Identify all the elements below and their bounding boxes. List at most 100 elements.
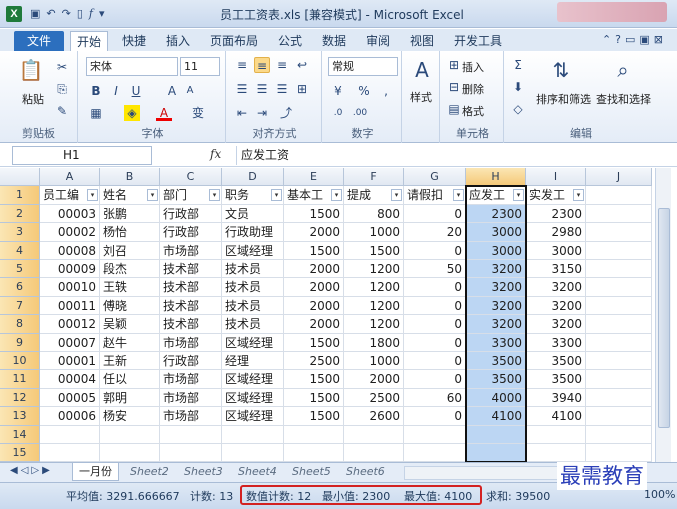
grid-cell[interactable]: 3200 (526, 315, 586, 334)
tab-file[interactable]: 文件 (14, 31, 64, 51)
grid-cell[interactable]: 2000 (344, 370, 404, 389)
row-header[interactable]: 10 (0, 352, 40, 371)
grid-cell[interactable] (586, 444, 652, 462)
grid-cell[interactable]: 王轶 (100, 278, 160, 297)
row-header[interactable]: 7 (0, 296, 40, 316)
font-size-select[interactable]: 11 (180, 57, 220, 76)
sort-filter-button[interactable]: 排序和筛选 (536, 91, 591, 107)
grid-cell[interactable]: 行政部 (160, 352, 222, 371)
grid-cell[interactable]: 1000 (344, 352, 404, 371)
grid-cell[interactable]: 技术员 (222, 296, 284, 316)
format-cells-icon[interactable]: ▤ (446, 101, 462, 117)
grid-cell[interactable]: 技术部 (160, 278, 222, 297)
grid-cell[interactable]: 1500 (284, 204, 344, 224)
grid-cell[interactable]: 提成 ▾ (344, 186, 404, 205)
window-controls[interactable] (557, 2, 667, 22)
grid-cell[interactable]: 2000 (284, 296, 344, 316)
grid-cell[interactable]: 00010 (40, 278, 100, 297)
grid-cell[interactable] (586, 296, 652, 316)
find-select-button[interactable]: 查找和选择 (596, 91, 651, 107)
redo-icon[interactable]: ↷ (62, 6, 71, 22)
row-header[interactable]: 11 (0, 370, 40, 389)
percent-button[interactable]: % (356, 83, 372, 99)
grid-cell[interactable]: 00005 (40, 388, 100, 408)
shrink-font-icon[interactable]: A (182, 83, 198, 99)
fill-icon[interactable]: ⬇ (510, 79, 526, 95)
filter-dropdown-icon[interactable]: ▾ (331, 189, 342, 202)
grid-cell[interactable]: 市场部 (160, 333, 222, 352)
filter-dropdown-icon[interactable]: ▾ (209, 189, 220, 202)
grid-cell[interactable]: 00007 (40, 333, 100, 352)
grid-cell[interactable]: 0 (404, 370, 466, 389)
grid-cell[interactable] (466, 425, 526, 444)
align-bottom-icon[interactable]: ≡ (274, 57, 290, 73)
column-header-d[interactable]: D (222, 168, 284, 187)
grid-cell[interactable]: 职务 ▾ (222, 186, 284, 205)
grid-cell[interactable]: 技术员 (222, 278, 284, 297)
sheet-tab-4[interactable]: Sheet4 (238, 463, 277, 481)
column-header-e[interactable]: E (284, 168, 344, 187)
grid-cell[interactable]: 3200 (526, 278, 586, 297)
underline-button[interactable]: U (128, 83, 144, 99)
tab-review[interactable]: 审阅 (366, 31, 390, 51)
wrap-text-icon[interactable]: ↩ (294, 57, 310, 73)
grid-cell[interactable]: 1500 (284, 241, 344, 260)
fx-icon[interactable]: f (89, 6, 93, 22)
column-header-i[interactable]: I (526, 168, 586, 187)
worksheet-grid[interactable]: A B C D E F G H I J 1 员工编 ▾ 姓名 ▾ 部门 ▾ 职务 ▾ 基本工 ▾ 提成 ▾ 请假扣 ▾ 应发工 ▾ 实… (0, 168, 655, 462)
grid-cell[interactable]: 刘召 (100, 241, 160, 260)
row-header[interactable]: 3 (0, 223, 40, 242)
grid-cell[interactable]: 行政部 (160, 204, 222, 224)
grid-cell[interactable]: 技术部 (160, 315, 222, 334)
grid-cell[interactable] (160, 444, 222, 462)
new-icon[interactable]: ▯ (77, 6, 83, 22)
grid-cell[interactable]: 市场部 (160, 388, 222, 408)
grid-cell[interactable]: 3000 (526, 241, 586, 260)
save-icon[interactable]: ▣ (30, 6, 40, 22)
filter-dropdown-icon[interactable]: ▾ (573, 189, 584, 202)
grid-cell[interactable]: 00001 (40, 352, 100, 371)
grid-cell[interactable]: 1000 (344, 223, 404, 242)
grid-cell[interactable]: 3500 (466, 370, 526, 389)
grid-cell[interactable]: 经理 (222, 352, 284, 371)
align-top-icon[interactable]: ≡ (234, 57, 250, 73)
chevron-down-icon[interactable]: ▾ (99, 6, 105, 22)
grid-cell[interactable] (344, 425, 404, 444)
grid-cell[interactable]: 2000 (284, 223, 344, 242)
vertical-scroll-thumb[interactable] (658, 208, 670, 428)
tab-quick[interactable]: 快捷 (122, 31, 146, 51)
grid-cell[interactable]: 1200 (344, 278, 404, 297)
sort-filter-icon[interactable]: ⇅ (548, 57, 574, 83)
grid-cell[interactable] (586, 278, 652, 297)
align-right-icon[interactable]: ☰ (274, 81, 290, 97)
bold-button[interactable]: B (88, 83, 104, 99)
sheet-nav-arrows[interactable]: ◀◁▷▶ (10, 465, 53, 476)
border-icon[interactable]: ▦ (88, 105, 104, 121)
paste-icon[interactable]: 📋 (18, 57, 44, 83)
row-header[interactable]: 5 (0, 260, 40, 279)
grid-cell[interactable]: 区域经理 (222, 241, 284, 260)
tab-home[interactable]: 开始 (70, 31, 108, 51)
grid-cell[interactable]: 3300 (466, 333, 526, 352)
grid-cell[interactable]: 2300 (466, 204, 526, 224)
grid-cell[interactable] (586, 223, 652, 242)
grid-cell[interactable]: 00003 (40, 204, 100, 224)
column-header-a[interactable]: A (40, 168, 100, 187)
grid-cell[interactable]: 市场部 (160, 407, 222, 426)
fill-color-icon[interactable]: ◈ (124, 105, 140, 121)
grid-cell[interactable]: 1200 (344, 315, 404, 334)
excel-app-icon[interactable]: X (6, 6, 22, 22)
grid-cell[interactable]: 4100 (526, 407, 586, 426)
grid-cell[interactable] (100, 425, 160, 444)
row-header[interactable]: 4 (0, 241, 40, 260)
grid-cell[interactable]: 00002 (40, 223, 100, 242)
grid-cell[interactable]: 1800 (344, 333, 404, 352)
grid-cell[interactable] (404, 425, 466, 444)
grid-cell[interactable]: 00009 (40, 260, 100, 279)
grid-cell[interactable]: 技术部 (160, 260, 222, 279)
formula-input[interactable]: 应发工资 (236, 146, 656, 165)
grid-cell[interactable]: 1200 (344, 296, 404, 316)
grid-cell[interactable]: 杨怡 (100, 223, 160, 242)
grid-cell[interactable]: 区域经理 (222, 407, 284, 426)
increase-indent-icon[interactable]: ⇥ (254, 105, 270, 121)
